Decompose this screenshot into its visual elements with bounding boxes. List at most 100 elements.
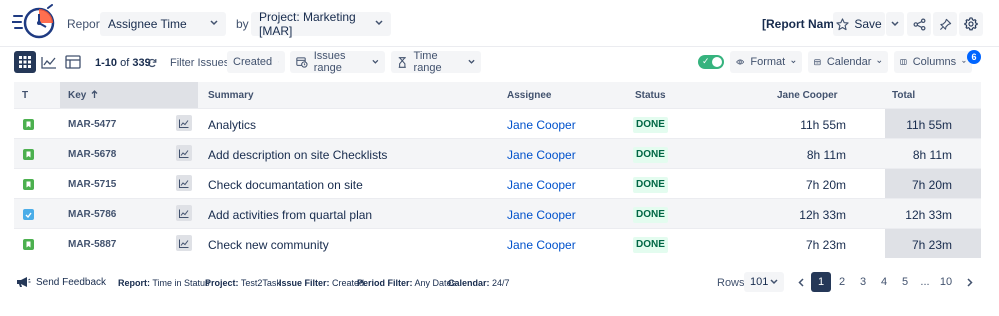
header-status[interactable]: Status (635, 90, 666, 101)
footer-project-value: Test2Task (240, 278, 281, 288)
footer-calendar: Calendar: 24/7 (448, 278, 510, 288)
header-type[interactable]: T (22, 90, 28, 101)
table-row[interactable]: MAR-5715 Check documantation on site Jane … (14, 168, 981, 198)
issue-summary[interactable]: Add activities from quartal plan (208, 208, 372, 222)
issue-assignee[interactable]: Jane Cooper (507, 148, 576, 162)
app-logo-clock-icon (12, 4, 55, 39)
issue-key[interactable]: MAR-5678 (68, 149, 116, 160)
status-badge: DONE (633, 207, 668, 223)
share-icon (913, 18, 925, 30)
status-badge: DONE (633, 147, 668, 163)
table-row[interactable]: MAR-5887 Check new community Jane Cooper DO… (14, 228, 981, 258)
page-button-4[interactable]: 4 (874, 272, 894, 292)
rows-label: Rows: (717, 277, 748, 289)
table-header: T Key Summary Assignee Status Jane Coope… (14, 82, 981, 108)
header-key-label: Key (68, 90, 87, 101)
issue-summary[interactable]: Analytics (208, 118, 256, 132)
save-button[interactable]: Save (833, 12, 885, 36)
refresh-icon[interactable] (147, 58, 157, 68)
total-time: 8h 11m (912, 148, 952, 162)
header-person[interactable]: Jane Cooper (777, 90, 838, 101)
table-row[interactable]: MAR-5678 Add description on site Checklis… (14, 138, 981, 168)
by-label: by (236, 17, 249, 31)
hourglass-icon (398, 56, 406, 68)
page-button-5[interactable]: 5 (895, 272, 915, 292)
story-type-icon (23, 239, 34, 250)
chevron-down-icon (468, 59, 475, 64)
issue-chart-button[interactable] (176, 145, 192, 161)
share-button[interactable] (907, 12, 931, 36)
total-time: 7h 20m (911, 178, 952, 192)
send-feedback-label: Send Feedback (36, 276, 107, 288)
chevron-right-icon (967, 277, 973, 287)
issue-assignee[interactable]: Jane Cooper (507, 118, 576, 132)
header-summary[interactable]: Summary (208, 90, 254, 101)
issue-count: 1-10 of 339 (95, 57, 151, 69)
table-row[interactable]: MAR-5786 Add activities from quartal plan… (14, 198, 981, 228)
filter-issues-label: Filter Issues: (170, 57, 233, 69)
footer-report-value: Time in Status (152, 278, 210, 288)
issue-summary[interactable]: Check documantation on site (208, 178, 363, 192)
format-button[interactable]: Format (730, 51, 802, 73)
chart-view-button[interactable] (38, 51, 60, 73)
toggle-switch[interactable]: ✓ (698, 55, 724, 69)
pagination-ellipsis: ... (920, 276, 930, 288)
pin-button[interactable] (933, 12, 957, 36)
prev-page-button[interactable] (791, 272, 811, 292)
project-select[interactable]: Project: Marketing [MAR] (251, 10, 391, 38)
issue-summary[interactable]: Add description on site Checklists (208, 148, 387, 162)
trend-chart-icon (179, 179, 189, 188)
task-type-icon (23, 209, 34, 220)
issue-key[interactable]: MAR-5786 (68, 209, 116, 220)
columns-label: Columns (912, 56, 957, 68)
chevron-down-icon (375, 20, 383, 26)
report-type-select[interactable]: Assignee Time (100, 12, 226, 36)
page-button-3[interactable]: 3 (853, 272, 873, 292)
columns-button[interactable]: Columns (894, 51, 972, 73)
issue-chart-button[interactable] (176, 175, 192, 191)
issue-chart-button[interactable] (176, 115, 192, 131)
issue-assignee[interactable]: Jane Cooper (507, 238, 576, 252)
header-assignee[interactable]: Assignee (507, 90, 551, 101)
table-row[interactable]: MAR-5477 Analytics Jane Cooper DONE 11h 55m 1… (14, 108, 981, 138)
issue-chart-button[interactable] (176, 235, 192, 251)
rows-per-page-select[interactable]: 101 (744, 272, 784, 292)
chevron-down-icon (891, 21, 899, 27)
footer-project: Project: Test2Task (205, 278, 281, 288)
issue-summary[interactable]: Check new community (208, 238, 329, 252)
count-range: 1-10 (95, 57, 118, 69)
page-button-2[interactable]: 2 (832, 272, 852, 292)
issue-key[interactable]: MAR-5887 (68, 239, 116, 250)
page-button-1[interactable]: 1 (811, 272, 831, 292)
issue-assignee[interactable]: Jane Cooper (507, 208, 576, 222)
issues-range-label: Issues range (313, 50, 346, 74)
filter-issues-select[interactable]: Created (227, 51, 285, 73)
chevron-down-icon (770, 279, 778, 285)
person-time: 7h 20m (805, 178, 846, 192)
next-page-button[interactable] (960, 272, 980, 292)
header-key[interactable]: Key (68, 90, 98, 101)
footer-issue-filter: Issue Filter: Created (279, 278, 364, 288)
chevron-down-icon (877, 60, 882, 64)
issues-range-button[interactable]: Issues range (290, 50, 385, 74)
save-options-button[interactable] (886, 12, 904, 36)
table-view-button[interactable] (62, 51, 84, 73)
trend-chart-icon (179, 119, 189, 128)
send-feedback-link[interactable]: Send Feedback (16, 276, 106, 288)
footer-report-key: Report: (118, 278, 150, 288)
calendar-label: Calendar (826, 56, 872, 68)
page-button-10[interactable]: 10 (936, 272, 956, 292)
issue-key[interactable]: MAR-5715 (68, 179, 116, 190)
settings-button[interactable] (959, 12, 983, 36)
toggle-knob (712, 57, 722, 67)
trend-chart-icon (179, 239, 189, 248)
issue-key[interactable]: MAR-5477 (68, 119, 116, 130)
grid-view-button[interactable] (14, 51, 36, 73)
time-range-button[interactable]: Time range (391, 50, 481, 74)
issue-chart-button[interactable] (176, 205, 192, 221)
calendar-button[interactable]: Calendar (808, 51, 888, 73)
header-total[interactable]: Total (892, 90, 915, 101)
issue-assignee[interactable]: Jane Cooper (507, 178, 576, 192)
calendar-clock-icon (296, 57, 308, 68)
footer-project-key: Project: (205, 278, 239, 288)
